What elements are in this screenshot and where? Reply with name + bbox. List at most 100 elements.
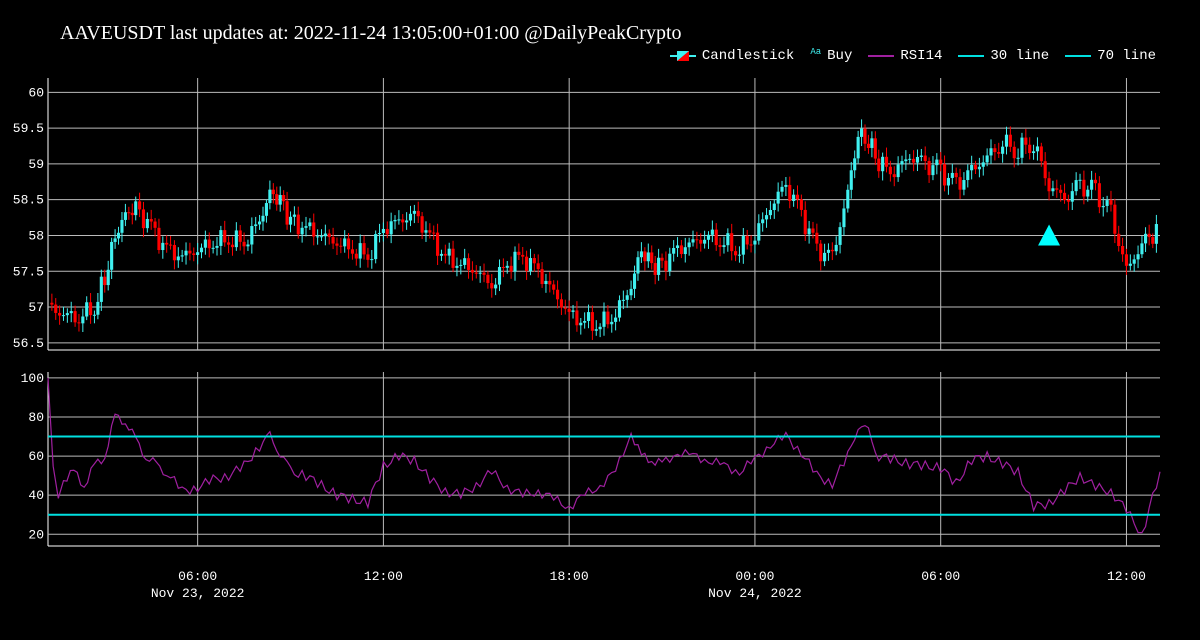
candle-body bbox=[120, 219, 124, 233]
candle-body bbox=[250, 226, 254, 245]
candle-body bbox=[513, 251, 517, 272]
candle-body bbox=[501, 267, 505, 269]
price-tick-label: 58.5 bbox=[13, 193, 44, 208]
candle-body bbox=[776, 191, 780, 204]
x-tick-label: 00:00 bbox=[735, 569, 774, 584]
candle-body bbox=[646, 252, 650, 262]
candle-body bbox=[768, 210, 772, 216]
candle-body bbox=[165, 242, 169, 245]
candle-body bbox=[552, 284, 556, 290]
candle-body bbox=[1117, 233, 1121, 247]
candle-body bbox=[614, 317, 618, 322]
candle-body bbox=[130, 212, 134, 216]
candle-body bbox=[412, 210, 416, 214]
candle-body bbox=[153, 221, 157, 228]
candle-body bbox=[977, 166, 981, 170]
rsi-tick-label: 20 bbox=[28, 527, 44, 542]
candle-body bbox=[285, 201, 289, 225]
candle-body bbox=[563, 307, 567, 309]
candle-body bbox=[792, 194, 796, 201]
candle-body bbox=[548, 280, 552, 285]
candle-body bbox=[443, 253, 447, 256]
candle-body bbox=[127, 212, 131, 214]
candle-body bbox=[343, 238, 347, 247]
candle-body bbox=[439, 253, 444, 256]
candle-body bbox=[784, 184, 788, 187]
candle-body bbox=[227, 242, 231, 245]
candle-body bbox=[447, 248, 451, 256]
candle-body bbox=[264, 203, 269, 216]
candle-body bbox=[230, 244, 235, 248]
candle-body bbox=[420, 216, 424, 233]
candle-body bbox=[463, 258, 467, 265]
candle-body bbox=[567, 308, 571, 312]
candle-body bbox=[935, 159, 939, 166]
candle-body bbox=[943, 164, 947, 186]
candle-body bbox=[304, 226, 308, 228]
candle-body bbox=[354, 253, 358, 259]
candle-body bbox=[161, 242, 165, 251]
candle-body bbox=[726, 233, 730, 246]
candle-body bbox=[1078, 179, 1082, 181]
candle-body bbox=[583, 320, 587, 323]
candle-body bbox=[958, 177, 962, 190]
candle-body bbox=[339, 245, 343, 247]
candle-body bbox=[830, 249, 834, 252]
candle-body bbox=[741, 235, 745, 255]
candle-body bbox=[815, 232, 819, 244]
candle-body bbox=[254, 224, 258, 227]
candle-body bbox=[451, 248, 455, 268]
candle-body bbox=[966, 170, 970, 181]
candle-body bbox=[1140, 243, 1144, 255]
candle-body bbox=[486, 274, 490, 284]
candle-body bbox=[1121, 246, 1125, 255]
candle-body bbox=[81, 316, 85, 324]
candle-body bbox=[385, 228, 389, 235]
x-tick-label: 18:00 bbox=[550, 569, 589, 584]
candle-body bbox=[168, 244, 173, 246]
candle-body bbox=[282, 195, 286, 202]
candle-body bbox=[912, 158, 916, 163]
candle-body bbox=[761, 219, 765, 224]
candle-body bbox=[660, 257, 664, 261]
candle-body bbox=[757, 223, 761, 241]
candle-body bbox=[803, 209, 807, 235]
candle-body bbox=[881, 156, 885, 172]
candle-body bbox=[679, 245, 683, 255]
candle-body bbox=[89, 302, 93, 316]
candle-body bbox=[521, 254, 525, 257]
candle-body bbox=[432, 232, 436, 234]
candle-body bbox=[65, 313, 69, 316]
candle-body bbox=[1070, 191, 1074, 202]
candle-body bbox=[327, 233, 331, 238]
candle-body bbox=[308, 222, 312, 227]
candle-body bbox=[99, 276, 103, 302]
candle-body bbox=[856, 136, 860, 159]
candle-body bbox=[180, 255, 184, 257]
candle-body bbox=[215, 245, 219, 248]
chart-svg: 56.5 57 57.5 58 58.5 59 59.5 60 20 40 60 80 100 06:… bbox=[13, 78, 1161, 601]
candle-body bbox=[157, 227, 161, 251]
candle-body bbox=[192, 253, 196, 255]
candle-body bbox=[598, 326, 602, 330]
candle-body bbox=[838, 227, 842, 245]
candle-body bbox=[617, 300, 622, 318]
rsi-panel: 20 40 60 80 100 bbox=[21, 371, 1161, 547]
candle-body bbox=[981, 162, 985, 167]
candle-body bbox=[1059, 189, 1063, 193]
candle-body bbox=[695, 239, 699, 241]
candle-body bbox=[734, 251, 738, 256]
candle-body bbox=[555, 289, 560, 300]
candle-body bbox=[884, 156, 889, 167]
candle-body bbox=[866, 143, 871, 148]
candle-body bbox=[675, 245, 680, 249]
candle-body bbox=[1055, 188, 1059, 190]
candle-body bbox=[1047, 178, 1051, 192]
candle-body bbox=[772, 203, 776, 211]
candle-body bbox=[393, 219, 397, 222]
candle-body bbox=[1082, 179, 1086, 197]
candle-body bbox=[350, 249, 355, 254]
candle-body bbox=[632, 273, 637, 289]
candle-body bbox=[184, 250, 188, 256]
candle-body bbox=[703, 239, 707, 244]
